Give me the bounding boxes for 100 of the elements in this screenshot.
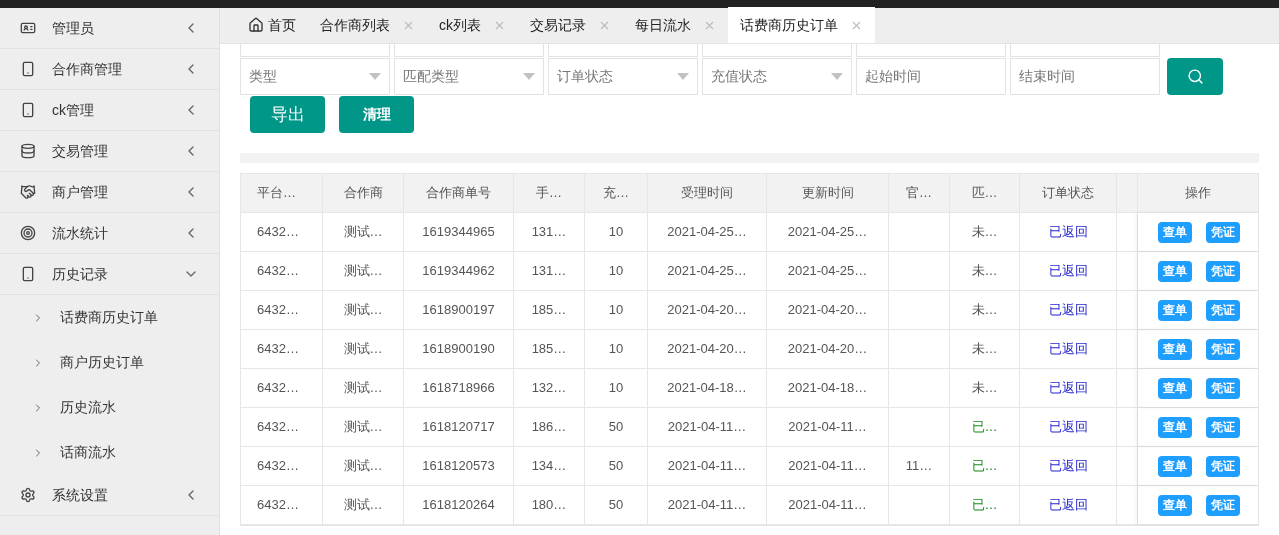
home-icon [248,17,264,33]
table-cell-text: 2021-04-25… [667,223,747,242]
table-cell-text: 1618120573 [422,457,495,476]
match-text: 已… [971,457,998,476]
match-text: 未… [971,379,998,398]
input-field[interactable]: 起始时间 [856,58,1006,95]
match-text: 已… [971,418,998,437]
table-cell-text: 50 [608,418,624,437]
column-header: 官… [906,184,932,203]
voucher-button[interactable]: 凭证 [1205,338,1240,360]
query-button[interactable]: 查单 [1157,416,1192,438]
select-field[interactable]: 类型 [240,58,390,95]
table-cell-text: 10 [608,301,624,320]
table-cell-text: 131… [531,223,567,242]
table-cell-text: 50 [608,457,624,476]
export-button[interactable]: 导出 [250,96,325,133]
dropdown-caret-icon [677,73,689,80]
table-cell-text: 2021-04-11… [667,457,747,476]
query-button[interactable]: 查单 [1157,260,1192,282]
voucher-button[interactable]: 凭证 [1205,221,1240,243]
sidebar-item[interactable]: 系统设置 [0,475,219,516]
voucher-button[interactable]: 凭证 [1205,377,1240,399]
sidebar-item[interactable]: 合作商管理 [0,49,219,90]
table-cell-text: 180… [531,496,567,515]
input-field[interactable] [856,44,1006,57]
status-text: 已返回 [1048,340,1088,359]
table-cell-text: 185… [531,301,567,320]
table-cell-text: 10 [608,262,624,281]
column-header: 充… [603,184,629,203]
table-cell-text: 6432… [257,379,299,398]
clear-button[interactable]: 清理 [339,96,414,133]
table-cell-text: 1618120717 [422,418,495,437]
query-button[interactable]: 查单 [1157,299,1192,321]
settings-icon [20,487,36,503]
column-header: 受理时间 [681,184,733,203]
query-button[interactable]: 查单 [1157,494,1192,516]
tab[interactable]: 首页 [236,7,308,43]
tab[interactable]: 交易记录 [518,7,623,43]
tab[interactable]: ck列表 [427,7,518,43]
table-cell-text: 1619344962 [422,262,495,281]
table-cell-text: 测试… [343,418,383,437]
query-button[interactable]: 查单 [1157,221,1192,243]
sidebar-item[interactable]: 管理员 [0,8,219,49]
handshake-icon [20,184,36,200]
input-field[interactable]: 结束时间 [1010,58,1160,95]
tab[interactable]: 话费商历史订单 [728,7,875,43]
sidebar-item[interactable]: 交易管理 [0,131,219,172]
match-text: 未… [971,301,998,320]
table-cell-text: 6432… [257,457,299,476]
select-field[interactable]: 订单状态 [548,58,698,95]
input-field[interactable] [240,44,390,57]
dropdown-caret-icon [369,73,381,80]
table-cell-text: 10 [608,223,624,242]
select-field[interactable]: 匹配类型 [394,58,544,95]
tab[interactable]: 合作商列表 [308,7,427,43]
table-cell-text: 1618718966 [422,379,495,398]
voucher-button[interactable]: 凭证 [1205,299,1240,321]
table-cell-text: 2021-04-11… [667,418,747,437]
table-cell-text: 2021-04-20… [787,301,868,320]
phone-icon [20,266,36,282]
status-text: 已返回 [1048,223,1088,242]
input-field[interactable] [394,44,544,57]
table-cell-text: 测试… [343,496,383,515]
column-header: 匹… [971,184,998,203]
table-cell-text: 2021-04-18… [667,379,747,398]
table-cell-text: 6432… [257,418,299,437]
table-cell-text: 测试… [343,340,383,359]
select-field[interactable]: 充值状态 [702,58,852,95]
search-button[interactable] [1167,58,1223,95]
query-button[interactable]: 查单 [1157,377,1192,399]
table-cell-text: 测试… [343,457,383,476]
column-header: 订单状态 [1042,184,1094,203]
match-text: 未… [971,223,998,242]
input-field[interactable] [702,44,852,57]
input-field[interactable] [1010,44,1160,57]
table-cell-text: 10 [608,340,624,359]
target-icon [20,225,36,241]
voucher-button[interactable]: 凭证 [1205,416,1240,438]
tab[interactable]: 每日流水 [623,7,728,43]
dropdown-caret-icon [831,73,843,80]
column-header: 平台… [257,184,296,203]
table-cell-text: 测试… [343,262,383,281]
match-text: 未… [971,340,998,359]
query-button[interactable]: 查单 [1157,338,1192,360]
voucher-button[interactable]: 凭证 [1205,260,1240,282]
table-cell-text: 2021-04-11… [788,457,867,476]
sidebar-item[interactable]: 流水统计 [0,213,219,254]
table-cell-text: 2021-04-20… [787,340,868,359]
column-header: 合作商 [343,184,383,203]
table-cell-text: 6432… [257,223,299,242]
table-cell-text: 185… [531,340,567,359]
sidebar-item[interactable]: 商户管理 [0,172,219,213]
voucher-button[interactable]: 凭证 [1205,455,1240,477]
voucher-button[interactable]: 凭证 [1205,494,1240,516]
sidebar-item[interactable]: ck管理 [0,90,219,131]
input-field[interactable] [548,44,698,57]
table-cell-text: 2021-04-11… [788,418,867,437]
column-header: 更新时间 [801,184,854,203]
column-header: 手… [536,184,562,203]
query-button[interactable]: 查单 [1157,455,1192,477]
